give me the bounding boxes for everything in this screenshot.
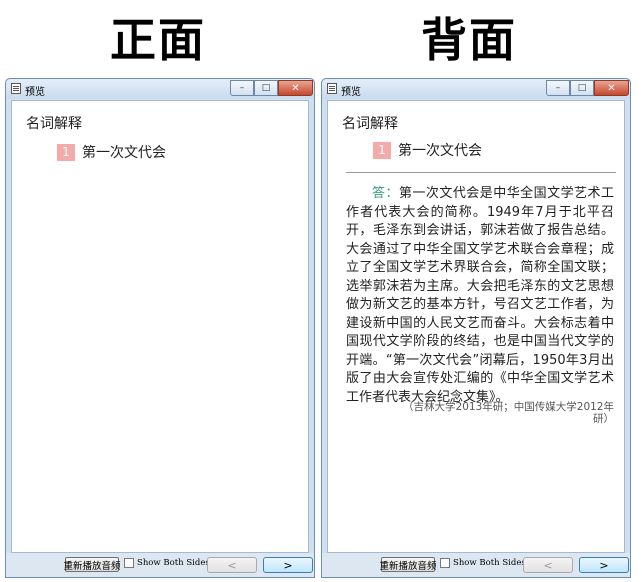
bottom-toolbar: 重新播放音频 Show Both Sides < > <box>322 553 630 577</box>
close-button[interactable]: ✕ <box>278 80 313 96</box>
previous-button[interactable]: < <box>523 557 573 573</box>
preview-window-front: 预览 – □ ✕ 名词解释 1 第一次文代会 重新播放音频 Show Both … <box>5 78 315 578</box>
app-icon <box>327 83 337 94</box>
app-icon <box>11 83 21 94</box>
question-number-badge: 1 <box>57 143 75 161</box>
show-both-sides-checkbox[interactable] <box>440 558 450 568</box>
front-label: 正面 <box>110 13 206 67</box>
show-both-sides-checkbox[interactable] <box>124 558 134 568</box>
bottom-toolbar: 重新播放音频 Show Both Sides < > <box>6 553 314 577</box>
maximize-button[interactable]: □ <box>254 80 278 96</box>
window-title: 预览 <box>341 87 361 98</box>
back-label: 背面 <box>421 13 517 67</box>
maximize-button[interactable]: □ <box>570 80 594 96</box>
title-bar[interactable]: 预览 – □ ✕ <box>322 79 630 99</box>
question-number-badge: 1 <box>373 141 391 159</box>
minimize-button[interactable]: – <box>546 80 570 96</box>
previous-button[interactable]: < <box>207 557 257 573</box>
divider <box>346 172 616 173</box>
card-content: 名词解释 1 第一次文代会 答：第一次文代会是中华全国文学艺术工作者代表大会的简… <box>327 100 625 553</box>
answer-body: 第一次文代会是中华全国文学艺术工作者代表大会的简称。1949年7月于北平召开，毛… <box>346 186 614 405</box>
card-heading: 名词解释 <box>26 116 82 132</box>
show-both-sides-label[interactable]: Show Both Sides <box>137 558 210 568</box>
minimize-button[interactable]: – <box>230 80 254 96</box>
card-heading: 名词解释 <box>342 116 398 132</box>
replay-audio-button[interactable]: 重新播放音频 <box>64 557 121 572</box>
question-text: 第一次文代会 <box>82 145 166 161</box>
card-content: 名词解释 1 第一次文代会 <box>11 100 309 553</box>
answer-label: 答： <box>372 186 399 201</box>
preview-window-back: 预览 – □ ✕ 名词解释 1 第一次文代会 答：第一次文代会是中华全国文学艺术… <box>321 78 631 578</box>
close-button[interactable]: ✕ <box>594 80 629 96</box>
next-button[interactable]: > <box>263 557 313 573</box>
replay-audio-button[interactable]: 重新播放音频 <box>380 557 437 572</box>
answer-text: 答：第一次文代会是中华全国文学艺术工作者代表大会的简称。1949年7月于北平召开… <box>346 185 614 407</box>
show-both-sides-label[interactable]: Show Both Sides <box>453 558 526 568</box>
title-bar[interactable]: 预览 – □ ✕ <box>6 79 314 99</box>
question-text: 第一次文代会 <box>398 143 482 159</box>
window-title: 预览 <box>25 87 45 98</box>
next-button[interactable]: > <box>579 557 629 573</box>
question-row: 1 第一次文代会 <box>57 142 166 162</box>
question-row: 1 第一次文代会 <box>373 140 482 160</box>
source-note: （吉林大学2013年研；中国传媒大学2012年研） <box>403 401 614 425</box>
